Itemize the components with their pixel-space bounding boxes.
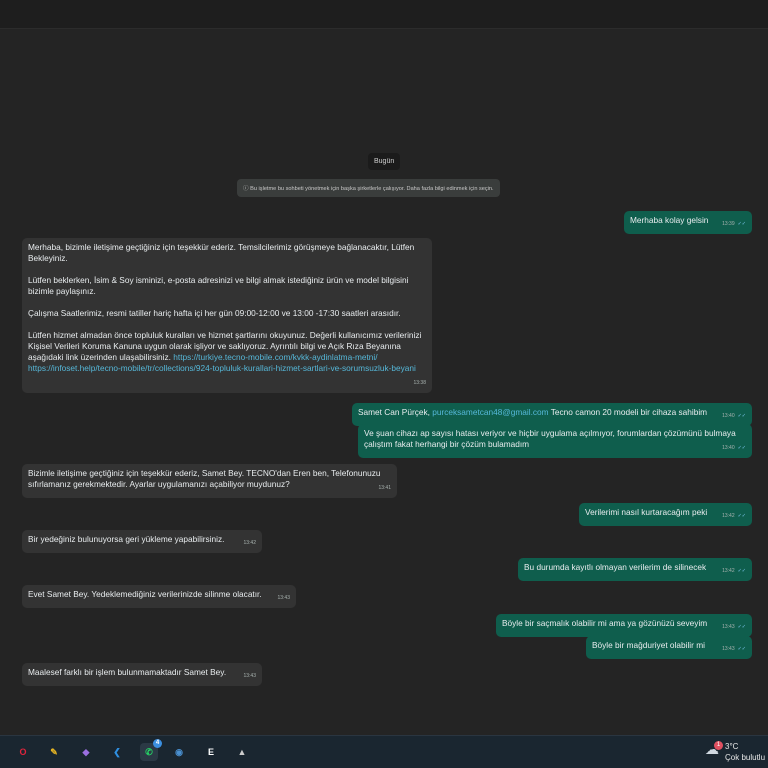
epic-games-icon: E <box>207 747 214 757</box>
outgoing-message[interactable]: Bu durumda kayıtlı olmayan verilerim de … <box>518 558 752 581</box>
message-time: 13:42 ✓✓ <box>722 566 746 577</box>
taskbar-epic-games[interactable]: E <box>202 743 220 761</box>
message-text: Maalesef farklı bir işlem bulunmamaktadı… <box>28 667 227 677</box>
message-text: Verilerimi nasıl kurtaracağım peki <box>585 507 708 517</box>
taskbar-opera[interactable]: O <box>14 743 32 761</box>
email-link[interactable]: purceksametcan48@gmail.com <box>432 407 548 417</box>
timestamp: 13:42 <box>722 513 735 519</box>
weather-widget[interactable]: ☁ 1 3°C Çok bulutlu <box>705 741 765 763</box>
weather-temp: 3°C <box>725 742 739 751</box>
chat-panel: Bugün ⓘ Bu işletme bu sohbeti yönetmek i… <box>0 29 768 735</box>
read-ticks-icon: ✓✓ <box>737 221 746 227</box>
timestamp: 13:42 <box>722 568 735 574</box>
timestamp: 13:43 <box>722 646 735 652</box>
business-notice[interactable]: ⓘ Bu işletme bu sohbeti yönetmek için ba… <box>237 179 500 197</box>
message-text: Lütfen beklerken, İsim & Soy isminizi, e… <box>28 275 409 296</box>
incoming-message[interactable]: Bizimle iletişime geçtiğiniz için teşekk… <box>22 464 397 498</box>
message-text: Merhaba kolay gelsin <box>630 215 709 225</box>
opera-icon: O <box>19 747 27 757</box>
message-text: Evet Samet Bey. Yedeklemediğiniz veriler… <box>28 589 262 599</box>
taskbar-game-launcher[interactable]: ▲ <box>233 743 251 761</box>
message-paragraph: Merhaba, bizimle iletişime geçtiğiniz iç… <box>28 242 426 264</box>
date-divider: Bugün <box>368 153 401 170</box>
message-text: Bizimle iletişime geçtiğiniz için teşekk… <box>28 468 381 489</box>
message-text: Çalışma Saatlerimiz, resmi tatiller hari… <box>28 308 401 318</box>
read-ticks-icon: ✓✓ <box>737 646 746 652</box>
outgoing-message[interactable]: Böyle bir mağduriyet olabilir mi 13:43 ✓✓ <box>586 636 752 659</box>
incoming-message[interactable]: Maalesef farklı bir işlem bulunmamaktadı… <box>22 663 262 686</box>
taskbar-photo-editor[interactable]: ✎ <box>45 743 63 761</box>
photo-editor-icon: ✎ <box>50 746 58 757</box>
message-time: 13:43 <box>277 593 290 604</box>
message-time: 13:39 ✓✓ <box>722 219 746 230</box>
read-ticks-icon: ✓✓ <box>737 513 746 519</box>
message-text: Ve şuan cihazı ap sayısı hatası veriyor … <box>364 428 736 449</box>
read-ticks-icon: ✓✓ <box>737 413 746 419</box>
message-time: 13:40 ✓✓ <box>722 443 746 454</box>
message-time: 13:42 <box>243 538 256 549</box>
message-time: 13:38 <box>413 378 426 389</box>
message-time: 13:42 ✓✓ <box>722 511 746 522</box>
whatsapp-icon: ✆ <box>145 746 153 757</box>
message-text: Merhaba, bizimle iletişime geçtiğiniz iç… <box>28 242 415 263</box>
message-time: 13:43 <box>243 671 256 682</box>
incoming-message[interactable]: Bir yedeğiniz bulunuyorsa geri yükleme y… <box>22 530 262 553</box>
read-ticks-icon: ✓✓ <box>737 445 746 451</box>
weather-desc: Çok bulutlu <box>725 753 766 762</box>
message-link[interactable]: https://turkiye.tecno-mobile.com/kvkk-ay… <box>173 352 377 362</box>
message-text: Böyle bir saçmalık olabilir mi ama ya gö… <box>502 618 708 628</box>
message-time: 13:40 ✓✓ <box>722 411 746 422</box>
timestamp: 13:43 <box>722 624 735 630</box>
outgoing-message[interactable]: Böyle bir saçmalık olabilir mi ama ya gö… <box>496 614 752 637</box>
outgoing-message[interactable]: Ve şuan cihazı ap sayısı hatası veriyor … <box>358 424 752 458</box>
taskbar: O ✎ ◆ ❮ ✆ 4 ◉ E ▲ ☁ 1 3°C Çok bulutlu <box>0 735 768 768</box>
message-text: Samet Can Pürçek, <box>358 407 433 417</box>
incoming-message[interactable]: Evet Samet Bey. Yedeklemediğiniz veriler… <box>22 585 296 608</box>
unread-badge: 4 <box>153 739 162 748</box>
message-text: Böyle bir mağduriyet olabilir mi <box>592 640 705 650</box>
taskbar-whatsapp[interactable]: ✆ 4 <box>140 739 162 761</box>
taskbar-vscode[interactable]: ❮ <box>108 743 126 761</box>
taskbar-steam[interactable]: ◉ <box>170 743 188 761</box>
timestamp: 13:42 <box>243 540 256 546</box>
read-ticks-icon: ✓✓ <box>737 568 746 574</box>
message-text: Tecno camon 20 modeli bir cihaza sahibim <box>548 407 708 417</box>
taskbar-visual-studio[interactable]: ◆ <box>77 743 95 761</box>
timestamp: 13:39 <box>722 221 735 227</box>
message-paragraph: Lütfen hizmet almadan önce topluluk kura… <box>28 330 426 374</box>
visual-studio-icon: ◆ <box>82 746 90 757</box>
timestamp: 13:40 <box>722 413 735 419</box>
message-text: Bu durumda kayıtlı olmayan verilerim de … <box>524 562 707 572</box>
window-title-bar <box>0 0 768 29</box>
outgoing-message[interactable]: Verilerimi nasıl kurtaracağım peki 13:42 ✓… <box>579 503 752 526</box>
message-time: 13:43 ✓✓ <box>722 644 746 655</box>
timestamp: 13:40 <box>722 445 735 451</box>
steam-icon: ◉ <box>175 746 183 757</box>
timestamp: 13:38 <box>413 380 426 386</box>
read-ticks-icon: ✓✓ <box>737 624 746 630</box>
message-text: Bir yedeğiniz bulunuyorsa geri yükleme y… <box>28 534 225 544</box>
message-time: 13:41 <box>378 483 391 494</box>
message-time: 13:43 ✓✓ <box>722 622 746 633</box>
timestamp: 13:43 <box>277 595 290 601</box>
vscode-icon: ❮ <box>113 746 121 757</box>
message-paragraph: Lütfen beklerken, İsim & Soy isminizi, e… <box>28 275 426 297</box>
weather-badge: 1 <box>714 741 723 750</box>
incoming-message[interactable]: Merhaba, bizimle iletişime geçtiğiniz iç… <box>22 238 432 393</box>
message-link[interactable]: https://infoset.help/tecno-mobile/tr/col… <box>28 363 416 373</box>
outgoing-message[interactable]: Samet Can Pürçek, purceksametcan48@gmail… <box>352 403 752 426</box>
outgoing-message[interactable]: Merhaba kolay gelsin 13:39 ✓✓ <box>624 211 752 234</box>
timestamp: 13:43 <box>243 673 256 679</box>
game-launcher-icon: ▲ <box>237 747 247 757</box>
message-paragraph: Çalışma Saatlerimiz, resmi tatiller hari… <box>28 308 426 319</box>
timestamp: 13:41 <box>378 485 391 491</box>
